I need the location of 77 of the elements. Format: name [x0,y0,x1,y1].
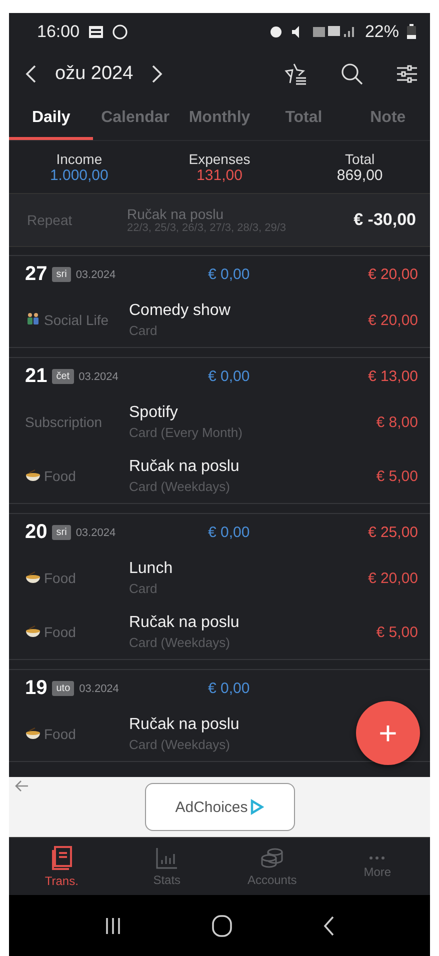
day-expense: € 25,00 [366,524,418,541]
transaction-amount: € 20,00 [368,570,418,586]
signal-icon [312,24,357,38]
transaction-note: Card [129,581,158,596]
weekday-tag: sri [52,525,71,540]
transaction-note: Card (Every Month) [129,425,242,440]
repeat-amount: € -30,00 [354,210,416,230]
day-month: 03.2024 [78,370,120,382]
day-income: € 0,00 [208,368,251,385]
summary-value: 131,00 [196,166,242,184]
day-number: 21 [25,365,48,388]
weekday-tag: sri [52,267,71,282]
play-icon [250,799,264,815]
day-expense: € 13,00 [366,368,418,385]
transaction-title[interactable]: Ručak na poslu [129,458,240,476]
bowl-icon [25,571,41,585]
transaction-amount: € 5,00 [376,624,418,640]
summary-label: Income [56,150,102,166]
bar-chart-icon [154,846,179,868]
weekday-tag: uto [52,681,74,696]
day-month: 03.2024 [79,682,120,694]
day-income: € 0,00 [208,680,251,697]
day-expense: € 20,00 [366,266,418,283]
battery-icon [407,24,416,39]
transaction-note: Card (Weekdays) [129,479,230,494]
battery-level: 22% [364,22,399,42]
bowl-icon [25,727,41,741]
day-number: 20 [25,521,48,544]
status-time: 16:00 [37,22,80,42]
filter-settings-button[interactable] [396,63,418,85]
transaction-title[interactable]: Spotify [129,404,178,422]
bookmark-star-button[interactable] [282,62,308,86]
recent-apps-icon[interactable] [104,916,120,934]
transaction-title[interactable]: Ručak na poslu [129,716,240,734]
day-month: 03.2024 [76,526,117,538]
category-label: Food [44,624,76,640]
next-month-button[interactable] [151,65,164,83]
transaction-title[interactable]: Comedy show [129,302,230,320]
day-income: € 0,00 [208,524,251,541]
category-label: Subscription [25,414,102,430]
weekday-tag: čet [52,369,74,384]
tab[interactable]: Daily [9,98,94,140]
home-icon[interactable] [212,914,232,936]
day-income: € 0,00 [208,266,251,283]
transaction-note: Card [129,323,158,338]
bowl-icon [25,469,41,483]
day-number: 27 [25,263,48,286]
previous-month-button[interactable] [25,65,37,83]
summary-label: Total [345,150,375,166]
day-number: 19 [25,677,48,700]
transaction-note: Card (Weekdays) [129,635,230,650]
transaction-amount: € 20,00 [368,312,418,328]
summary-label: Expenses [188,150,250,166]
bowl-icon [25,625,41,639]
more-icon [367,854,388,860]
month-title: ožu 2024 [55,63,134,85]
transaction-note: Card (Weekdays) [129,737,230,752]
repeat-title: Ručak na poslu [127,206,225,222]
transaction-amount: € 8,00 [376,414,418,430]
book-icon [50,846,73,870]
repeat-label: Repeat [27,212,74,228]
search-button[interactable] [340,62,364,86]
summary-value: 1.000,00 [50,166,108,184]
coins-icon [260,846,284,868]
transaction-title[interactable]: Lunch [129,560,173,578]
category-label: Food [44,570,76,586]
nav-item[interactable]: Trans. [9,838,114,895]
adchoices-button[interactable]: AdChoices [144,783,294,831]
category-label: Food [44,468,76,484]
transaction-title[interactable]: Ručak na poslu [129,614,240,632]
transaction-amount: € 5,00 [376,468,418,484]
notification-icon [88,24,104,38]
category-label: Food [44,726,76,742]
summary-value: 869,00 [336,166,383,184]
category-label: Social Life [44,312,109,328]
back-icon[interactable] [322,916,334,936]
day-month: 03.2024 [76,268,117,280]
